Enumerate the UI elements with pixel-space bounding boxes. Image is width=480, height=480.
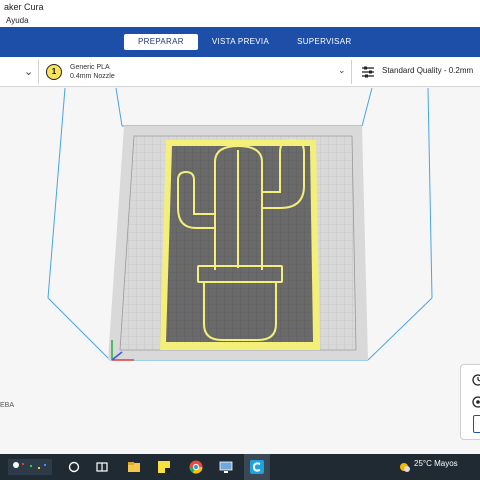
side-label: EBA bbox=[0, 402, 15, 409]
3d-viewport[interactable] bbox=[0, 88, 480, 454]
model-panel bbox=[166, 146, 313, 342]
tab-preview[interactable]: VISTA PREVIA bbox=[198, 34, 283, 50]
file-explorer-icon[interactable] bbox=[126, 459, 142, 475]
slice-button[interactable] bbox=[473, 415, 480, 433]
stage-tabs: PREPARAR VISTA PREVIA SUPERVISAR bbox=[124, 34, 366, 50]
tab-monitor[interactable]: SUPERVISAR bbox=[283, 34, 365, 50]
weather-readout: 25°C Mayos bbox=[414, 459, 458, 468]
divider bbox=[38, 60, 39, 84]
clock-icon[interactable] bbox=[471, 373, 480, 387]
cura-app-icon[interactable] bbox=[249, 459, 265, 475]
chrome-icon[interactable] bbox=[188, 459, 204, 475]
wallpaper-thumbnail-icon bbox=[8, 459, 52, 475]
build-plate-scene bbox=[47, 88, 433, 361]
extruder-number-badge[interactable]: 1 bbox=[46, 64, 62, 80]
settings-sliders-icon[interactable] bbox=[361, 65, 375, 79]
chevron-down-icon[interactable]: ⌄ bbox=[24, 65, 33, 78]
search-circle-icon[interactable] bbox=[66, 459, 82, 475]
material-name: Generic PLA bbox=[70, 64, 110, 71]
weather-sun-icon bbox=[400, 463, 410, 472]
menu-item-help[interactable]: Ayuda bbox=[0, 14, 480, 27]
sticky-notes-icon[interactable] bbox=[156, 459, 172, 475]
temperature: 25°C bbox=[414, 459, 432, 468]
nozzle-size: 0.4mm Nozzle bbox=[70, 73, 115, 80]
view-controls-panel bbox=[460, 364, 480, 440]
tab-prepare[interactable]: PREPARAR bbox=[124, 34, 198, 50]
print-setup-toolbar: ⌄ 1 Generic PLA 0.4mm Nozzle ⌄ Standard … bbox=[0, 57, 480, 87]
task-view-icon[interactable] bbox=[94, 459, 110, 475]
print-quality-label[interactable]: Standard Quality - 0.2mm bbox=[382, 66, 473, 75]
windows-taskbar bbox=[0, 454, 480, 480]
pc-monitor-icon[interactable] bbox=[218, 459, 234, 475]
divider bbox=[351, 60, 352, 84]
window-title: aker Cura bbox=[0, 0, 480, 14]
extruder-material-selector[interactable]: Generic PLA 0.4mm Nozzle bbox=[70, 63, 115, 81]
chevron-down-icon[interactable]: ⌄ bbox=[338, 65, 346, 76]
spool-icon[interactable] bbox=[471, 395, 480, 409]
location: Mayos bbox=[434, 459, 458, 468]
